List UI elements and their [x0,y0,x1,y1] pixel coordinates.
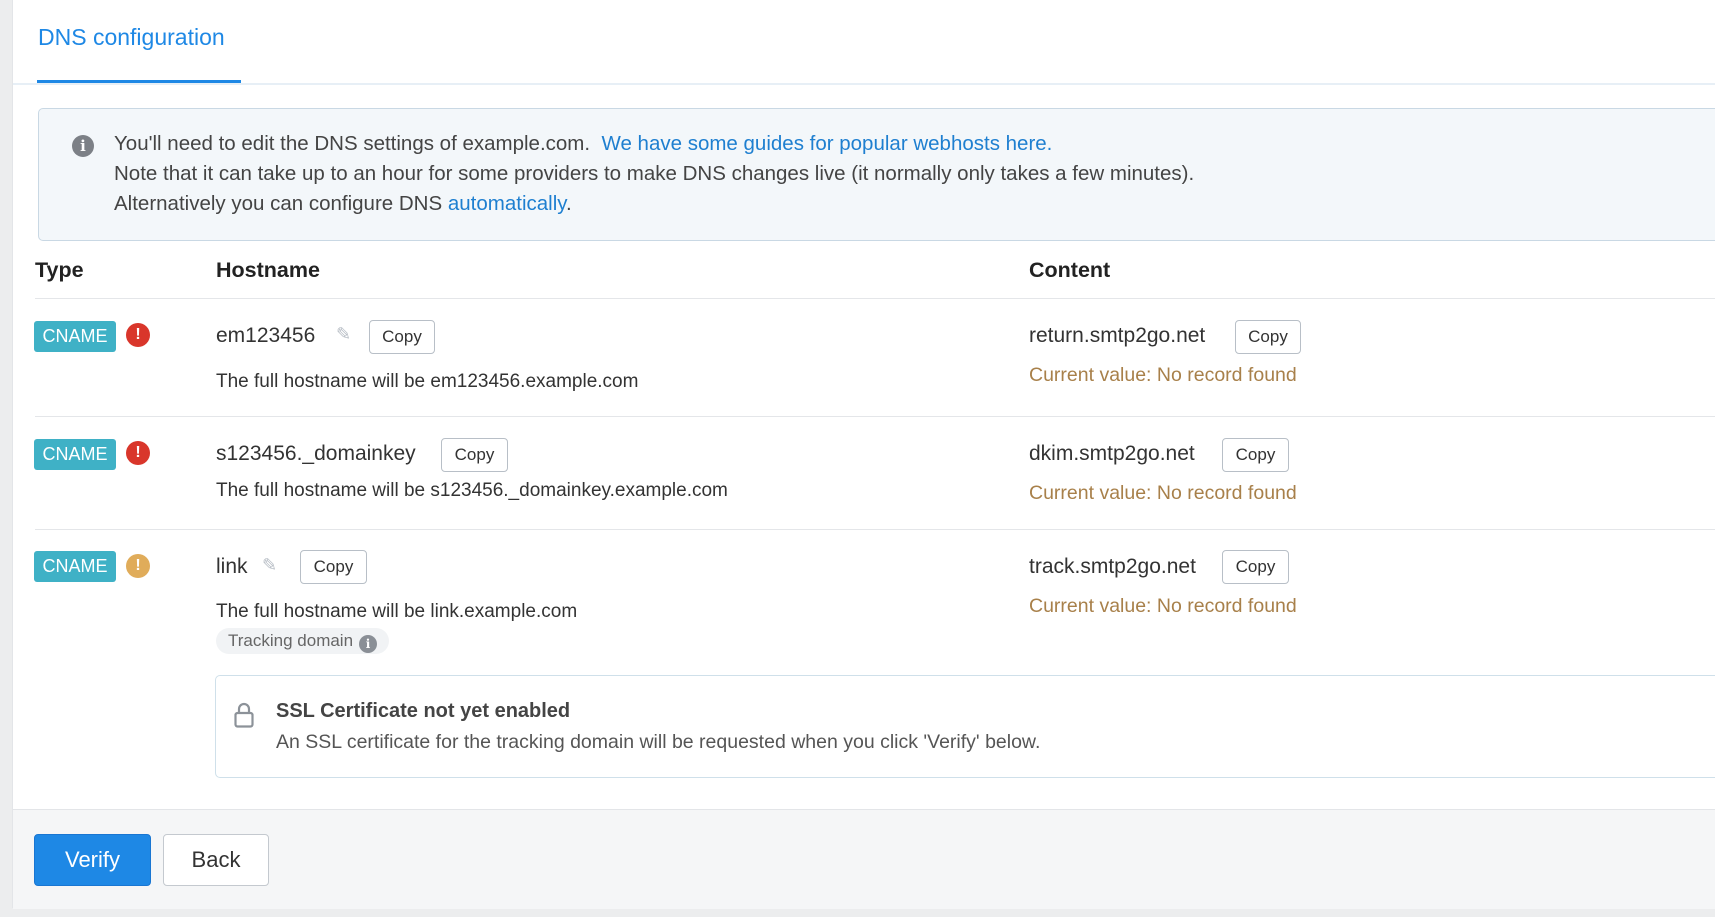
copy-content-button[interactable]: Copy [1222,550,1289,584]
info-icon: i [72,135,94,157]
tab-bar: DNS configuration [13,0,1715,85]
ssl-title: SSL Certificate not yet enabled [276,700,571,722]
header-type: Type [35,258,84,282]
current-value-text: Current value: No record found [1029,595,1297,617]
current-value-text: Current value: No record found [1029,482,1297,504]
full-hostname-text: The full hostname will be s123456._domai… [216,480,728,501]
tracking-domain-label: Tracking domain [228,631,354,650]
full-hostname-text: The full hostname will be link.example.c… [216,601,578,622]
back-button[interactable]: Back [163,834,269,886]
error-icon: ! [126,323,150,347]
copy-content-button[interactable]: Copy [1222,438,1289,472]
content-value: track.smtp2go.net [1029,555,1196,578]
warning-icon: ! [126,554,150,578]
record-type-badge: CNAME [34,321,116,352]
record-type-badge: CNAME [34,439,116,470]
verify-button[interactable]: Verify [34,834,151,886]
tab-dns-configuration[interactable]: DNS configuration [37,24,241,83]
full-hostname-text: The full hostname will be em123456.examp… [216,371,639,392]
content-value: return.smtp2go.net [1029,324,1206,347]
tab-label: DNS configuration [38,24,225,50]
info-line-3-end: . [566,192,572,215]
copy-hostname-button[interactable]: Copy [300,550,367,584]
divider [35,529,1715,530]
info-icon[interactable]: i [359,635,378,653]
ssl-description: An SSL certificate for the tracking doma… [276,731,1041,753]
edit-pencil-icon[interactable]: ✎ [262,555,277,576]
lock-icon [234,702,254,728]
info-line-3: Alternatively you can configure DNS [114,192,443,215]
record-type-badge: CNAME [34,551,116,582]
divider [35,416,1715,417]
info-line-1: You'll need to edit the DNS settings of … [114,132,591,155]
hostname-value: s123456._domainkey [216,442,416,465]
info-notice: i You'll need to edit the DNS settings o… [38,108,1715,241]
webhost-guides-link[interactable]: We have some guides for popular webhosts… [601,132,1052,155]
divider [35,298,1715,299]
copy-hostname-button[interactable]: Copy [441,438,508,472]
error-icon: ! [126,441,150,465]
dns-panel: DNS configuration i You'll need to edit … [12,0,1715,909]
ssl-notice: SSL Certificate not yet enabled An SSL c… [215,675,1715,778]
footer-bar: Verify Back [13,809,1715,909]
configure-automatically-link[interactable]: automatically [448,192,566,215]
tracking-domain-tag: Tracking domain i [216,628,390,654]
hostname-value: em123456 [216,324,316,347]
copy-hostname-button[interactable]: Copy [369,320,435,354]
info-line-2: Note that it can take up to an hour for … [114,162,1195,185]
copy-content-button[interactable]: Copy [1235,320,1301,354]
edit-pencil-icon[interactable]: ✎ [336,324,351,345]
info-text: You'll need to edit the DNS settings of … [114,129,1194,219]
header-content: Content [1029,258,1111,282]
content-value: dkim.smtp2go.net [1029,442,1195,465]
hostname-value: link [216,555,248,578]
header-hostname: Hostname [216,258,320,282]
current-value-text: Current value: No record found [1029,364,1297,386]
